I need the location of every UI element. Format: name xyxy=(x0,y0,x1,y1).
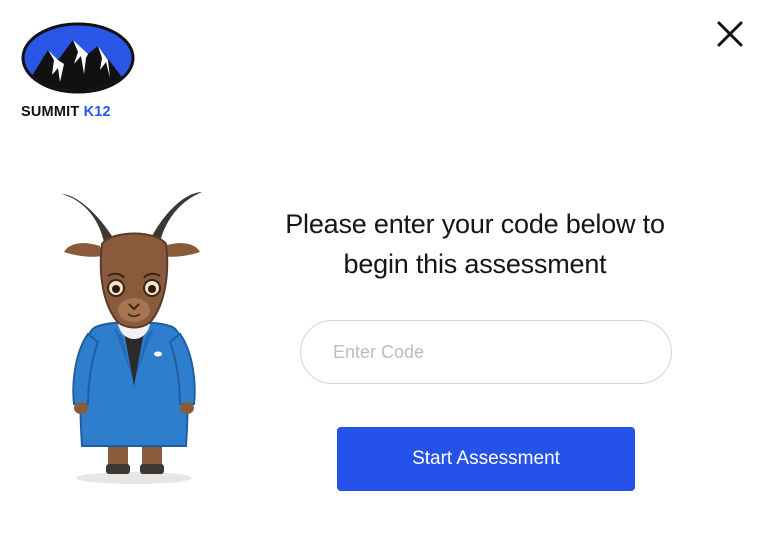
instruction-line-1: Please enter your code below to xyxy=(285,209,665,239)
brand-name-part1: SUMMIT xyxy=(21,104,80,120)
close-icon xyxy=(717,21,743,47)
summit-k12-logo: SUMMIT K12 xyxy=(18,20,142,124)
start-assessment-button[interactable]: Start Assessment xyxy=(337,427,635,491)
instruction-line-2: begin this assessment xyxy=(343,249,607,279)
code-input[interactable] xyxy=(300,320,672,384)
mountain-logo-icon xyxy=(21,22,135,94)
goat-mascot-illustration xyxy=(52,186,212,486)
instruction-heading: Please enter your code below to begin th… xyxy=(238,204,712,284)
brand-name-part2: K12 xyxy=(83,104,111,120)
assessment-code-dialog: SUMMIT K12 Please enter your code below … xyxy=(0,0,768,544)
close-button[interactable] xyxy=(710,14,750,54)
brand-name: SUMMIT K12 xyxy=(21,104,111,120)
